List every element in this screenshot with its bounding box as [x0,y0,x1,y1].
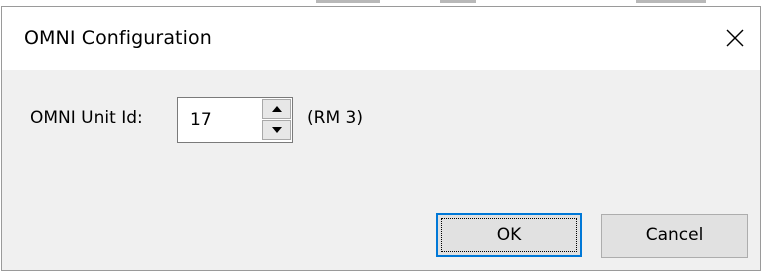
unit-id-input[interactable] [180,100,258,140]
unit-id-spinner [177,97,293,143]
dialog-title: OMNI Configuration [24,27,212,49]
chevron-down-icon [272,127,282,133]
spin-down-button[interactable] [262,120,291,140]
cancel-button-label: Cancel [645,225,704,245]
spin-up-button[interactable] [262,99,291,119]
unit-note: (RM 3) [307,108,363,128]
close-icon [726,29,744,47]
cancel-button[interactable]: Cancel [601,214,748,258]
background-fragment [636,0,706,3]
background-fragment [316,0,380,3]
background-fragment [440,0,476,3]
ok-button-label: OK [496,225,522,245]
chevron-up-icon [272,106,282,112]
ok-button[interactable]: OK [436,213,582,257]
unit-id-label: OMNI Unit Id: [30,108,143,128]
omni-configuration-dialog: OMNI Configuration OMNI Unit Id: (RM 3) … [1,6,761,271]
title-bar[interactable]: OMNI Configuration [2,7,760,70]
close-button[interactable] [714,7,760,70]
